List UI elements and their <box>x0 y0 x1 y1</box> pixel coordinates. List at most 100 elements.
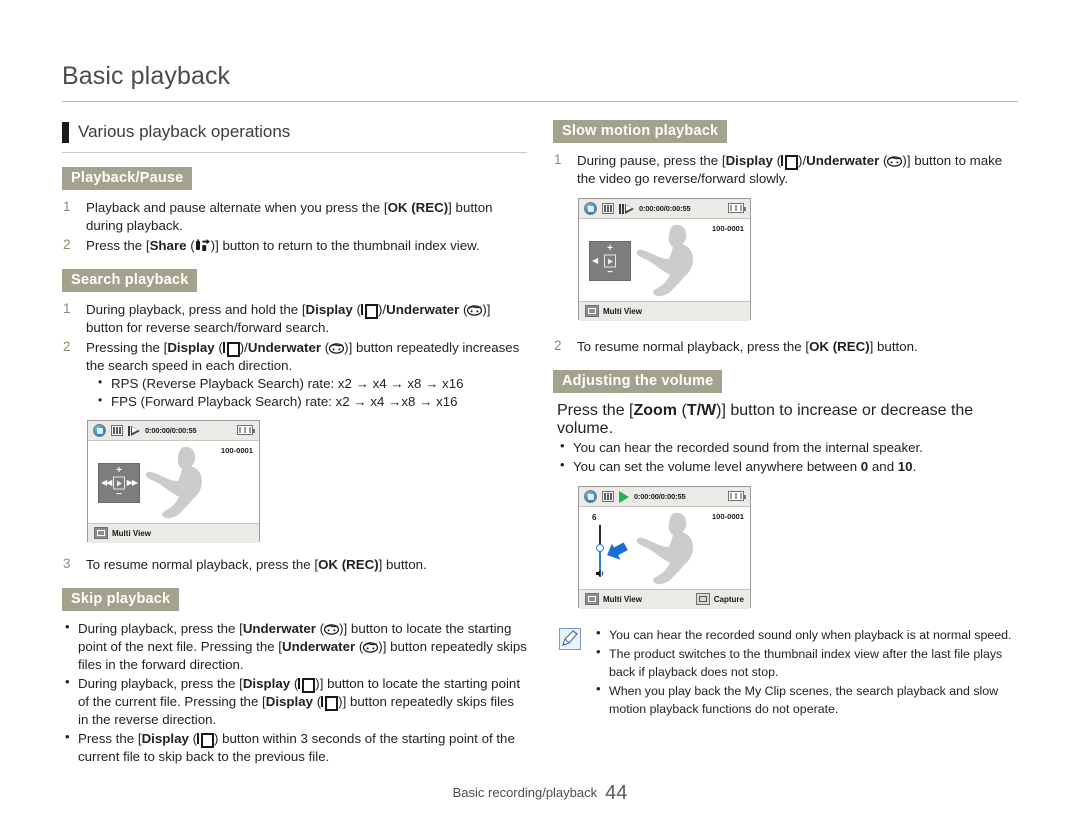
pad-center-play-icon <box>113 476 125 490</box>
step-number: 3 <box>63 556 71 572</box>
section-heading: Various playback operations <box>62 120 527 150</box>
key-display: Display <box>265 694 314 710</box>
step-item: 1 During playback, press and hold the [D… <box>62 301 527 337</box>
pad-left-label: ◀ <box>592 256 598 265</box>
list-item: You can hear the recorded sound only whe… <box>593 625 1018 644</box>
battery-icon <box>728 491 746 501</box>
left-column: Various playback operations Playback/Pau… <box>62 120 527 767</box>
control-pad-icon: + ◀ − <box>589 241 631 281</box>
display-icon <box>222 342 240 357</box>
memory-card-icon <box>602 203 614 214</box>
list-item: The product switches to the thumbnail in… <box>593 644 1018 681</box>
lcd-preview: 100-0001 + ◀ − <box>579 219 750 301</box>
control-pad-icon: + ◀◀ ▶▶ − <box>98 463 140 504</box>
page-title: Basic playback <box>62 62 231 90</box>
key-tw: T/W <box>686 402 717 419</box>
lcd-file-number: 100-0001 <box>711 224 744 233</box>
note-text: When you play back the My Clip scenes, t… <box>609 684 999 716</box>
lcd-status-bar: 0:00:00/0:00:55 <box>579 487 750 507</box>
lcd-capture-button[interactable]: Capture <box>695 593 744 605</box>
badge-search-playback-wrap: Search playback <box>62 269 527 292</box>
mode-icon <box>93 424 106 438</box>
pad-left-label: ◀◀ <box>101 478 112 488</box>
search-forward-icon <box>128 425 140 436</box>
manual-page: Basic playback Various playback operatio… <box>0 0 1080 825</box>
subject-silhouette <box>631 509 709 589</box>
lcd-timecode: 0:00:00/0:00:55 <box>634 492 686 501</box>
list-item: During playback, press the [Underwater (… <box>62 619 527 674</box>
step-text: To resume normal playback, press the [OK… <box>577 339 918 354</box>
slow-motion-steps: 1 During pause, press the [Display ()/Un… <box>553 152 1018 188</box>
play-icon <box>619 490 629 503</box>
playback-pause-steps: 1 Playback and pause alternate when you … <box>62 199 527 255</box>
bullet-text: During playback, press the [Display ()] … <box>78 676 521 728</box>
list-item: You can hear the recorded sound from the… <box>557 438 1018 457</box>
lcd-multiview-button[interactable]: Multi View <box>585 593 642 605</box>
pad-center-play-icon <box>604 254 616 268</box>
step-text: Pressing the [Display ()/Underwater ()] … <box>86 340 520 373</box>
step-item: 2 To resume normal playback, press the [… <box>553 338 1018 356</box>
lcd-bottom-bar: Multi View <box>88 523 259 544</box>
underwater-icon <box>323 622 340 635</box>
list-item: During playback, press the [Display ()] … <box>62 674 527 729</box>
multi-view-icon <box>585 305 599 317</box>
footer-section-label: Basic recording/playback <box>452 785 598 800</box>
search-rate-list: RPS (Reverse Playback Search) rate: x2 →… <box>96 374 527 410</box>
share-icon <box>195 239 211 252</box>
step-text: Playback and pause alternate when you pr… <box>86 200 493 233</box>
battery-icon <box>728 203 746 213</box>
lcd-status-icons: 0:00:00/0:00:55 <box>584 202 691 215</box>
badge-skip-playback-wrap: Skip playback <box>62 588 527 612</box>
badge-skip-playback: Skip playback <box>62 588 180 612</box>
lcd-multiview-button[interactable]: Multi View <box>94 527 151 540</box>
step-item: 1 During pause, press the [Display ()/Un… <box>553 152 1018 188</box>
lcd-figure-volume: 0:00:00/0:00:55 100-0001 6 Multi View Ca… <box>578 486 1018 609</box>
list-item: Press the [Display () button within 3 se… <box>62 729 527 766</box>
lcd-multiview-button[interactable]: Multi View <box>585 305 642 317</box>
skip-playback-bullets: During playback, press the [Underwater (… <box>62 619 527 766</box>
subject-silhouette <box>140 443 218 523</box>
step-number: 2 <box>63 237 71 252</box>
key-underwater: Underwater <box>806 153 880 168</box>
search-playback-steps: 1 During playback, press and hold the [D… <box>62 301 527 410</box>
bullet-text: You can set the volume level anywhere be… <box>573 459 917 474</box>
lcd-status-icons: 0:00:00/0:00:55 <box>93 424 197 438</box>
step-number: 1 <box>63 199 71 214</box>
note-bullets: You can hear the recorded sound only whe… <box>593 625 1018 718</box>
lcd-status-icons: 0:00:00/0:00:55 <box>584 490 686 503</box>
lcd-file-number: 100-0001 <box>711 512 744 521</box>
page-number: 44 <box>605 782 628 804</box>
multi-view-icon <box>585 593 599 605</box>
step-item: 3 To resume normal playback, press the [… <box>62 556 527 574</box>
key-share: Share <box>149 238 187 253</box>
key-underwater: Underwater <box>247 340 322 355</box>
key-ok-rec: OK (REC) <box>387 200 449 215</box>
volume-slider-handle[interactable] <box>596 544 604 552</box>
search-playback-step3: 3 To resume normal playback, press the [… <box>62 556 527 574</box>
key-display: Display <box>725 153 773 168</box>
step-number: 1 <box>554 152 562 167</box>
pad-minus-label: − <box>116 489 122 501</box>
subject-silhouette <box>631 221 709 301</box>
lcd-multiview-label: Multi View <box>603 306 642 316</box>
volume-intro-text: Press the [Zoom (T/W)] button to increas… <box>557 402 974 437</box>
note-text: The product switches to the thumbnail in… <box>609 647 1003 679</box>
step-item: 2 Press the [Share ()] button to return … <box>62 237 527 255</box>
pad-minus-label: − <box>607 267 613 278</box>
list-item: You can set the volume level anywhere be… <box>557 457 1018 476</box>
underwater-icon <box>363 640 379 653</box>
lcd-figure-slow-motion: 0:00:00/0:00:55 100-0001 + ◀ − Multi Vie… <box>578 198 1018 321</box>
lcd-timecode: 0:00:00/0:00:55 <box>145 426 197 436</box>
badge-slow-motion: Slow motion playback <box>553 120 728 143</box>
display-icon <box>197 733 214 749</box>
step-text: During pause, press the [Display ()/Unde… <box>577 153 1003 186</box>
title-divider <box>62 101 1018 102</box>
lcd-screen: 0:00:00/0:00:55 100-0001 + ◀◀ ▶▶ − Multi… <box>87 420 260 544</box>
underwater-icon <box>467 303 483 316</box>
key-display: Display <box>242 676 291 692</box>
badge-adjusting-volume: Adjusting the volume <box>553 370 723 393</box>
lcd-status-bar: 0:00:00/0:00:55 <box>88 421 259 442</box>
key-underwater: Underwater <box>386 302 460 317</box>
underwater-icon <box>887 154 903 167</box>
lcd-status-bar: 0:00:00/0:00:55 <box>579 199 750 219</box>
